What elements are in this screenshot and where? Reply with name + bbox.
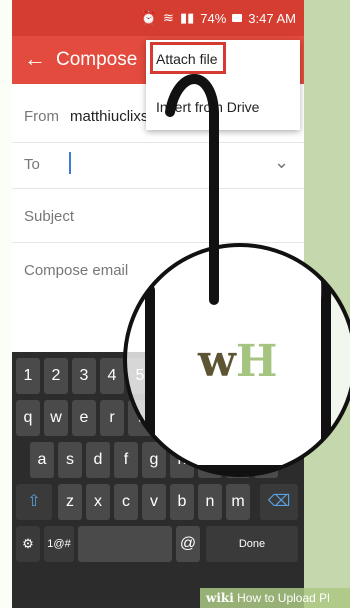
key-v[interactable]: v — [142, 484, 166, 520]
watermark-brand: wiki — [206, 591, 234, 605]
side-panel — [302, 0, 350, 608]
key-d[interactable]: d — [86, 442, 110, 478]
chevron-down-icon[interactable]: ⌄ — [274, 152, 289, 173]
key-done[interactable]: Done — [206, 526, 298, 562]
watermark: wiki How to Upload Pl — [200, 588, 350, 608]
key-g[interactable]: g — [142, 442, 166, 478]
key-e[interactable]: e — [72, 400, 96, 436]
key-6[interactable]: 6 — [156, 358, 180, 394]
key-q[interactable]: q — [16, 400, 40, 436]
settings-key-icon[interactable]: ⚙ — [16, 526, 40, 562]
key-w[interactable]: w — [44, 400, 68, 436]
clock: 3:47 AM — [248, 10, 296, 26]
signal-icon: ▮▮ — [179, 10, 195, 25]
wifi-icon: ≋ — [163, 10, 174, 25]
battery-percent: 74% — [200, 10, 227, 26]
key-u[interactable]: u — [184, 400, 208, 436]
insert-from-drive-label: Insert from Drive — [156, 99, 260, 115]
key-z[interactable]: z — [58, 484, 82, 520]
key-1[interactable]: 1 — [16, 358, 40, 394]
space-key[interactable] — [78, 526, 172, 562]
from-label: From — [24, 108, 59, 125]
key-i[interactable]: i — [212, 400, 236, 436]
key-symbols[interactable]: 1@# — [44, 526, 74, 562]
key-s[interactable]: s — [58, 442, 82, 478]
menu-item-attach-file[interactable]: Attach file — [146, 42, 300, 78]
to-field[interactable]: To ⌄ — [12, 142, 304, 189]
key-o[interactable]: o — [240, 400, 264, 436]
from-value: matthiuclixse — [70, 108, 157, 125]
key-h[interactable]: h — [170, 442, 194, 478]
attach-file-label: Attach file — [156, 51, 218, 67]
alarm-icon: ⏰ — [140, 10, 158, 25]
backspace-key-icon[interactable]: ⌫ — [260, 484, 298, 520]
to-label: To — [24, 156, 40, 173]
wikihow-logo: wH — [198, 336, 277, 387]
key-k[interactable]: k — [226, 442, 250, 478]
logo-w: w — [198, 336, 236, 387]
key-n[interactable]: n — [198, 484, 222, 520]
menu-item-insert-from-drive[interactable]: Insert from Drive — [146, 90, 300, 126]
key-a[interactable]: a — [30, 442, 54, 478]
compose-body[interactable]: Compose email — [12, 242, 304, 302]
phone-screen: ⏰ ≋ ▮▮ 74% 3:47 AM ← Compose From matthi… — [12, 0, 304, 608]
battery-icon — [232, 14, 243, 22]
key-x[interactable]: x — [86, 484, 110, 520]
key-3[interactable]: 3 — [72, 358, 96, 394]
key-at[interactable]: @ — [176, 526, 200, 562]
compose-placeholder: Compose email — [24, 262, 129, 279]
key-j[interactable]: j — [198, 442, 222, 478]
key-5[interactable]: 5 — [128, 358, 152, 394]
watermark-text: How to Upload Pl — [237, 591, 330, 605]
key-b[interactable]: b — [170, 484, 194, 520]
subject-field[interactable]: Subject — [12, 188, 304, 243]
keyboard: 1 2 3 4 5 6 7 8 9 0 q w e r t y u i o p … — [12, 352, 304, 608]
status-bar: ⏰ ≋ ▮▮ 74% 3:47 AM — [12, 0, 304, 36]
text-cursor — [69, 152, 71, 174]
key-f[interactable]: f — [114, 442, 138, 478]
key-p[interactable]: p — [268, 400, 292, 436]
key-4[interactable]: 4 — [100, 358, 124, 394]
key-t[interactable]: t — [128, 400, 152, 436]
key-l[interactable]: l — [254, 442, 278, 478]
key-r[interactable]: r — [100, 400, 124, 436]
key-m[interactable]: m — [226, 484, 250, 520]
back-arrow-icon[interactable]: ← — [24, 48, 46, 70]
overflow-menu: Attach file Insert from Drive — [146, 40, 300, 130]
key-c[interactable]: c — [114, 484, 138, 520]
key-y[interactable]: y — [156, 400, 180, 436]
key-2[interactable]: 2 — [44, 358, 68, 394]
shift-key-icon[interactable]: ⇧ — [16, 484, 52, 520]
subject-placeholder: Subject — [24, 208, 75, 225]
page-title: Compose — [56, 49, 138, 70]
logo-h: H — [235, 336, 278, 387]
